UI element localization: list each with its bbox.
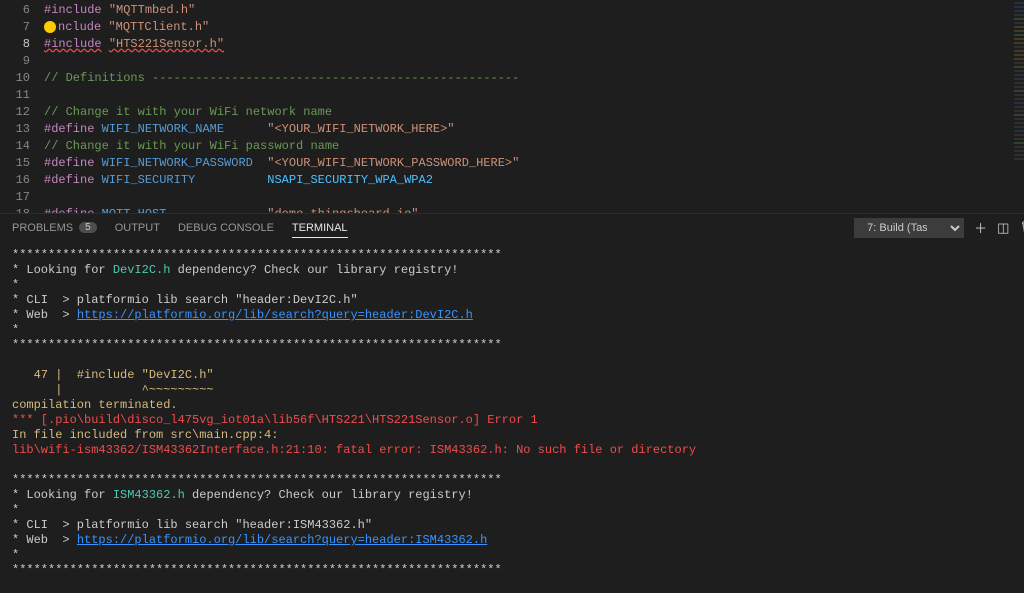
line-gutter: 678910111213141516171819202122	[0, 0, 44, 213]
terminal-task-select[interactable]: 7: Build (Task)	[854, 218, 964, 238]
tab-debug[interactable]: DEBUG CONSOLE	[178, 222, 274, 234]
lightbulb-icon[interactable]	[44, 21, 56, 33]
tab-terminal[interactable]: TERMINAL	[292, 222, 348, 238]
tab-output[interactable]: OUTPUT	[115, 222, 160, 234]
code-editor[interactable]: 678910111213141516171819202122 #include …	[0, 0, 1024, 213]
minimap[interactable]	[1010, 0, 1024, 212]
split-terminal-icon[interactable]: ◫	[997, 220, 1009, 236]
code-area[interactable]: #include "MQTTmbed.h"nclude "MQTTClient.…	[44, 0, 1024, 213]
new-terminal-icon[interactable]: ＋	[974, 218, 987, 237]
tab-problems[interactable]: PROBLEMS 5	[12, 222, 97, 234]
problems-count: 5	[79, 222, 97, 233]
terminal-output[interactable]: ****************************************…	[0, 242, 1024, 593]
kill-terminal-icon[interactable]: 🗑	[1019, 220, 1024, 236]
panel-tabs: PROBLEMS 5 OUTPUT DEBUG CONSOLE TERMINAL…	[0, 214, 1024, 242]
